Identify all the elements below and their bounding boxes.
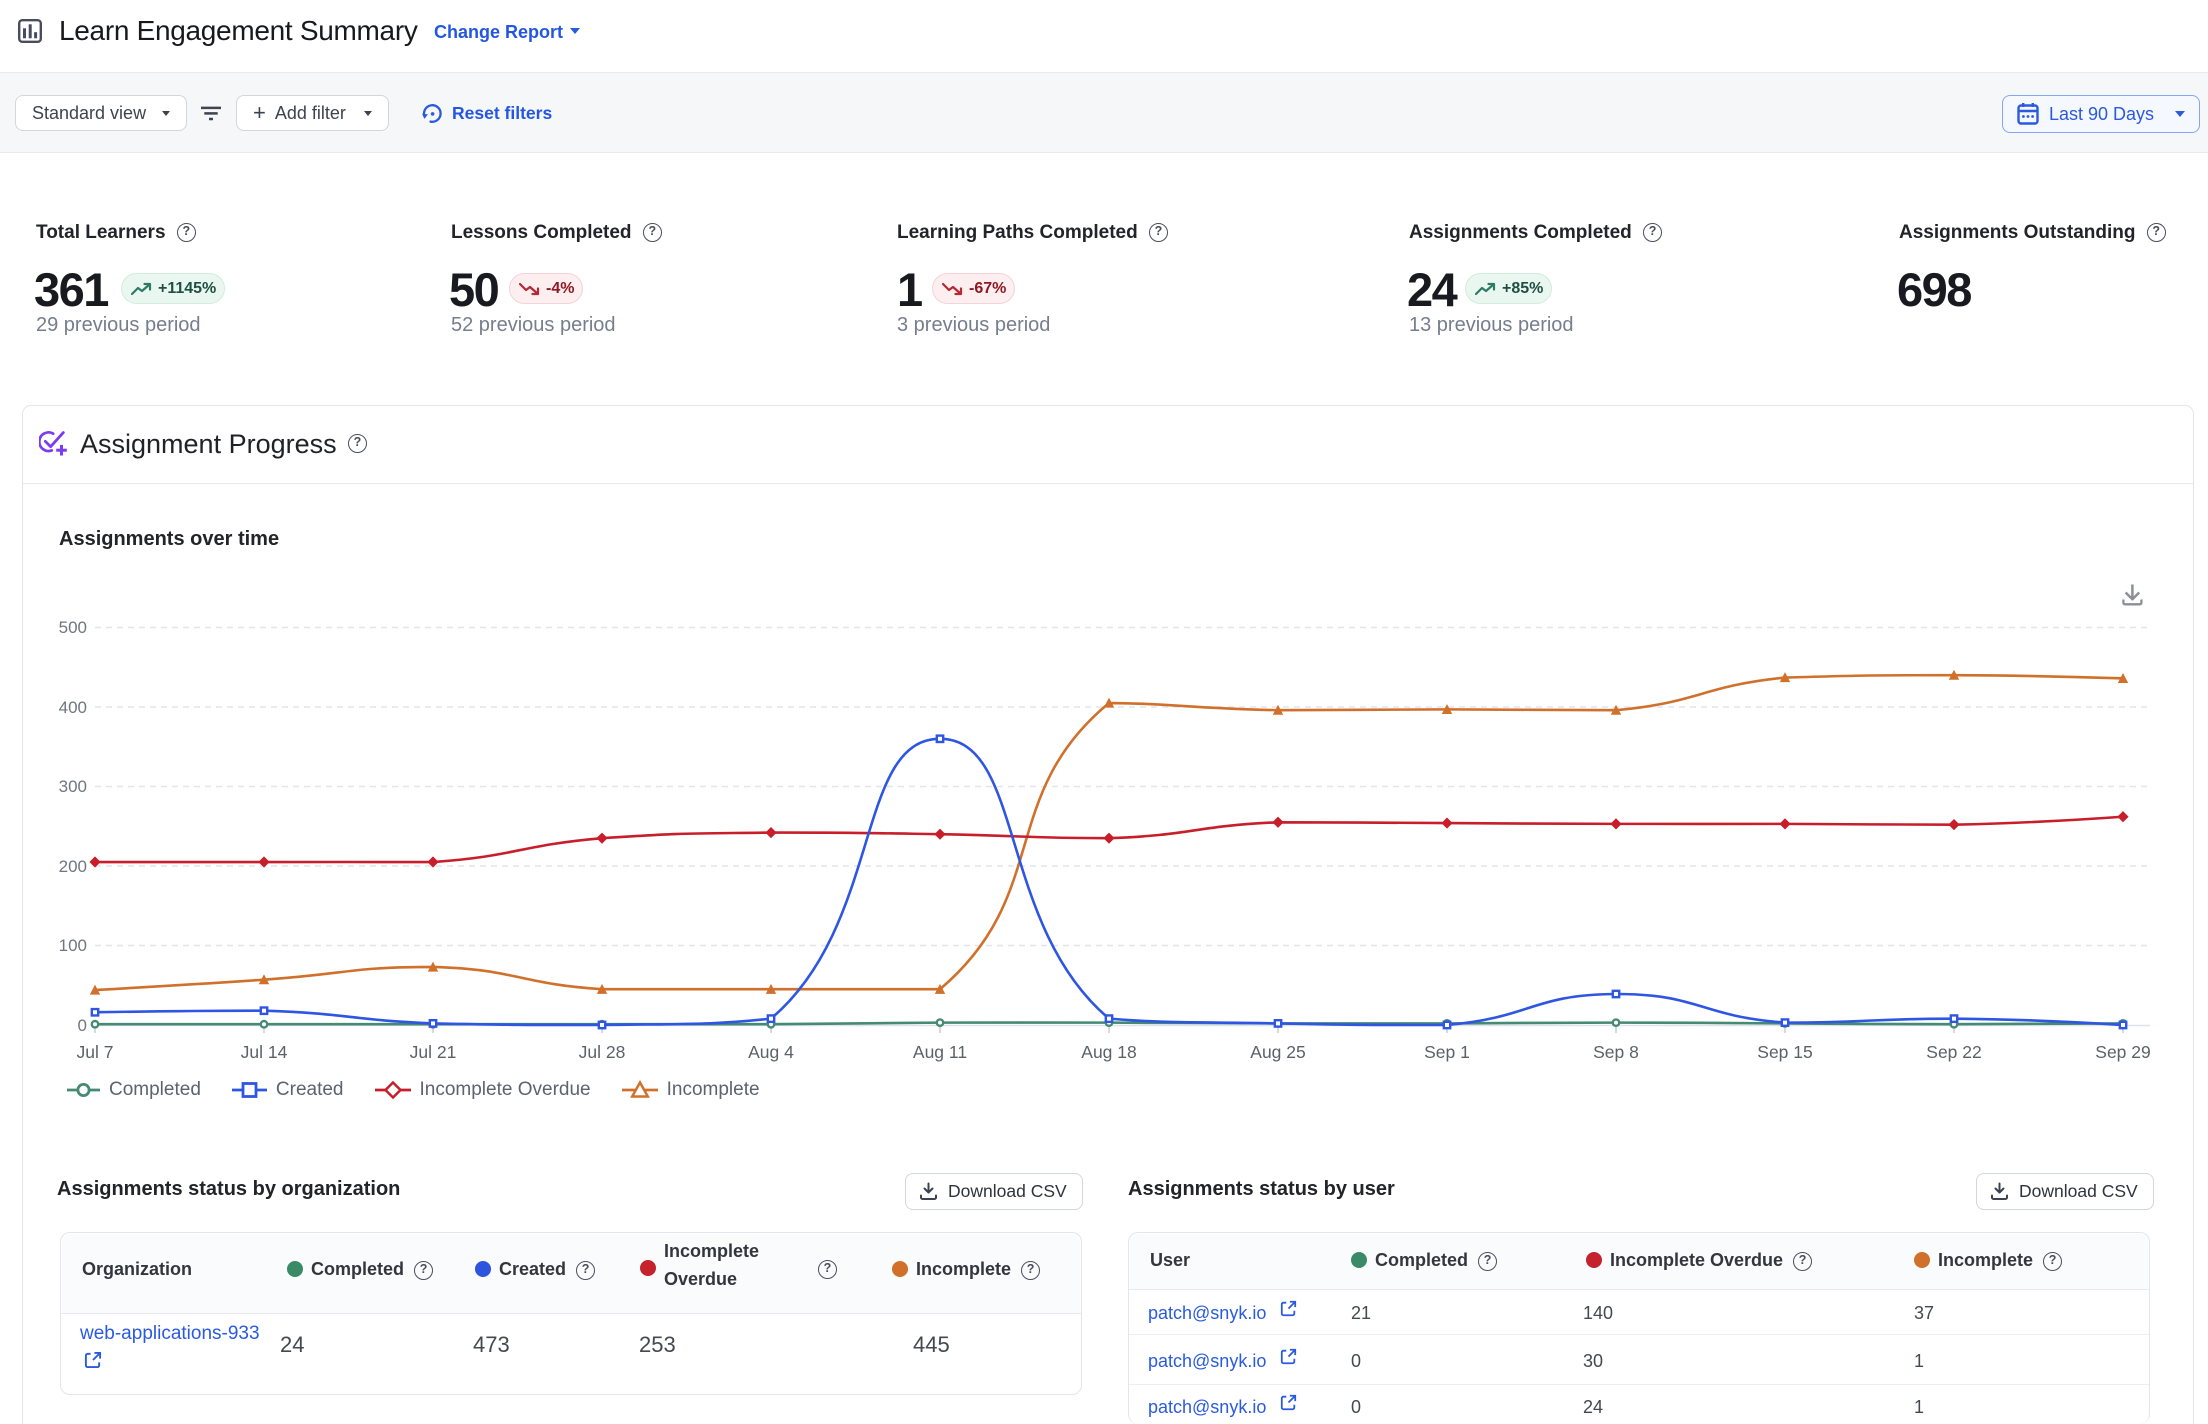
svg-text:400: 400: [59, 698, 87, 717]
svg-text:Sep 22: Sep 22: [1926, 1042, 1981, 1062]
svg-text:Aug 25: Aug 25: [1250, 1042, 1305, 1062]
svg-text:Aug 18: Aug 18: [1081, 1042, 1136, 1062]
svg-text:Jul 14: Jul 14: [241, 1042, 288, 1062]
svg-text:500: 500: [59, 618, 87, 637]
svg-text:Aug 4: Aug 4: [748, 1042, 794, 1062]
svg-text:Sep 8: Sep 8: [1593, 1042, 1639, 1062]
svg-text:200: 200: [59, 857, 87, 876]
svg-text:Sep 29: Sep 29: [2095, 1042, 2150, 1062]
svg-text:Jul 7: Jul 7: [77, 1042, 114, 1062]
svg-text:0: 0: [78, 1016, 87, 1035]
svg-text:Jul 28: Jul 28: [579, 1042, 626, 1062]
svg-text:Sep 1: Sep 1: [1424, 1042, 1470, 1062]
svg-text:Jul 21: Jul 21: [410, 1042, 457, 1062]
svg-text:100: 100: [59, 936, 87, 955]
svg-text:Aug 11: Aug 11: [913, 1042, 967, 1062]
svg-text:300: 300: [59, 777, 87, 796]
svg-text:Sep 15: Sep 15: [1757, 1042, 1812, 1062]
